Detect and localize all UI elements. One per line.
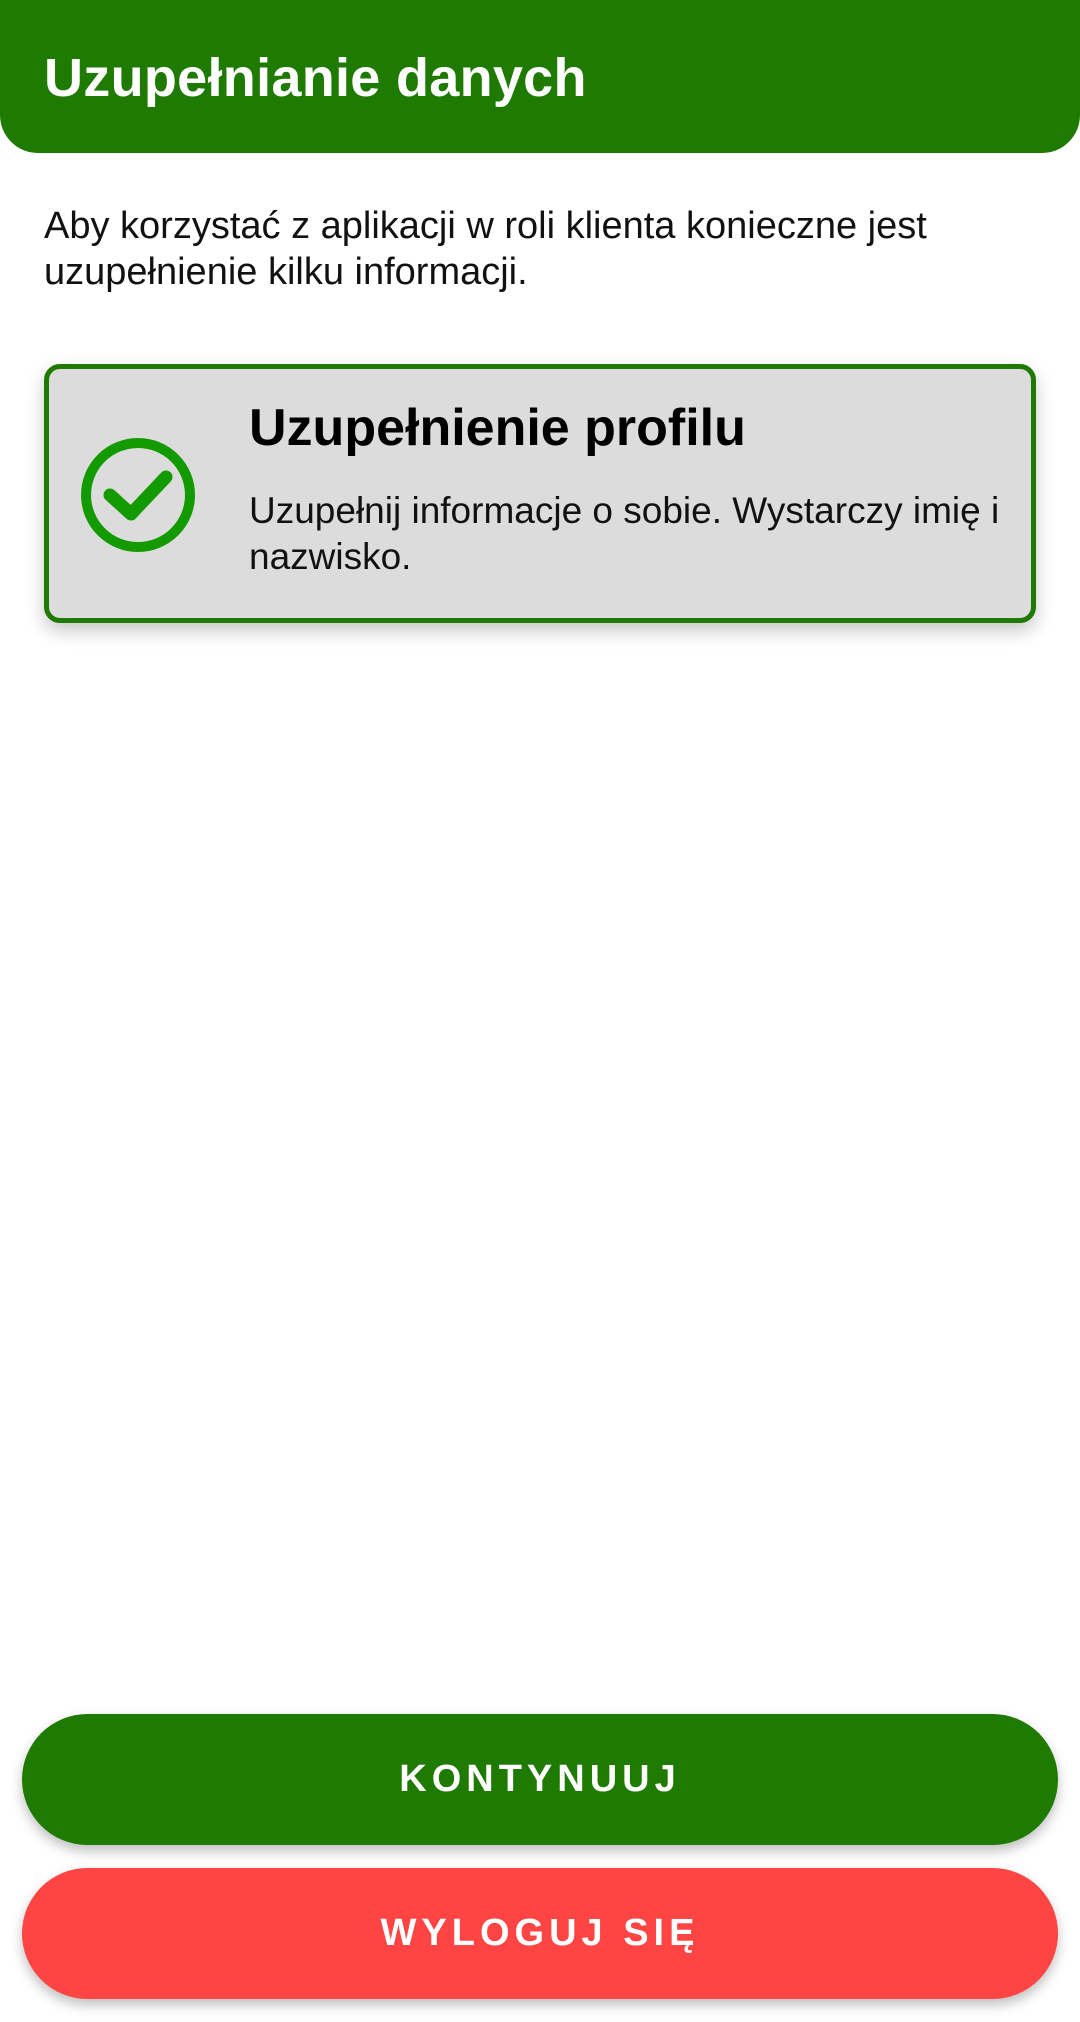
card-title: Uzupełnienie profilu (249, 399, 746, 457)
page-title: Uzupełnianie danych (44, 48, 587, 108)
check-circle-icon (81, 438, 195, 552)
intro-text: Aby korzystać z aplikacji w roli klienta… (44, 205, 927, 293)
profile-completion-card[interactable]: Uzupełnienie profilu Uzupełnij informacj… (44, 364, 1036, 623)
card-description: Uzupełnij informacje o sobie. Wystarczy … (249, 490, 1000, 577)
logout-button[interactable]: WYLOGUJ SIĘ (22, 1868, 1058, 1999)
continue-button[interactable]: KONTYNUUJ (22, 1714, 1058, 1845)
app-bar: Uzupełnianie danych (0, 0, 1080, 153)
